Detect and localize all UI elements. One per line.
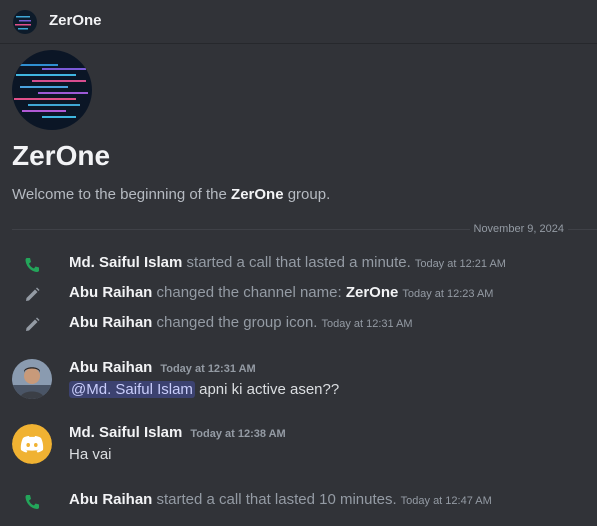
system-user[interactable]: Abu Raihan	[69, 284, 152, 301]
timestamp: Today at 12:31 AM	[160, 363, 256, 375]
timestamp: Today at 12:38 AM	[190, 428, 286, 440]
system-user[interactable]: Abu Raihan	[69, 491, 152, 508]
message-content: @Md. Saiful Islam apni ki active asen??	[69, 381, 340, 398]
message-author[interactable]: Md. Saiful Islam Today at 12:38 AM	[69, 424, 286, 441]
timestamp: Today at 12:47 AM	[400, 495, 492, 507]
channel-title: ZerOne	[12, 140, 111, 171]
date-divider-label: November 9, 2024	[469, 223, 568, 235]
pencil-icon	[22, 315, 42, 335]
group-avatar-icon[interactable]	[13, 10, 37, 34]
channel-name-value: ZerOne	[345, 284, 399, 301]
avatar[interactable]	[12, 424, 52, 464]
avatar[interactable]	[12, 359, 52, 399]
system-message: Abu Raihan changed the channel name: Zer…	[0, 283, 597, 305]
timestamp: Today at 12:23 AM	[402, 288, 494, 300]
phone-icon	[22, 492, 42, 512]
group-avatar-large	[12, 50, 92, 130]
header-title: ZerOne	[49, 12, 102, 29]
message-content: Ha vai	[69, 446, 112, 463]
pencil-icon	[22, 285, 42, 305]
timestamp: Today at 12:31 AM	[321, 318, 413, 330]
channel-header: ZerOne	[0, 0, 597, 44]
system-message: Md. Saiful Islam started a call that las…	[0, 253, 597, 275]
system-message: Abu Raihan started a call that lasted 10…	[0, 490, 597, 512]
timestamp: Today at 12:21 AM	[414, 258, 506, 270]
system-message: Abu Raihan changed the group icon. Today …	[0, 313, 597, 335]
phone-icon	[22, 255, 42, 275]
system-user[interactable]: Md. Saiful Islam	[69, 254, 182, 271]
user-mention[interactable]: @Md. Saiful Islam	[69, 381, 195, 398]
message-author[interactable]: Abu Raihan Today at 12:31 AM	[69, 359, 256, 376]
welcome-text: Welcome to the beginning of the ZerOne g…	[12, 186, 331, 203]
system-user[interactable]: Abu Raihan	[69, 314, 152, 331]
